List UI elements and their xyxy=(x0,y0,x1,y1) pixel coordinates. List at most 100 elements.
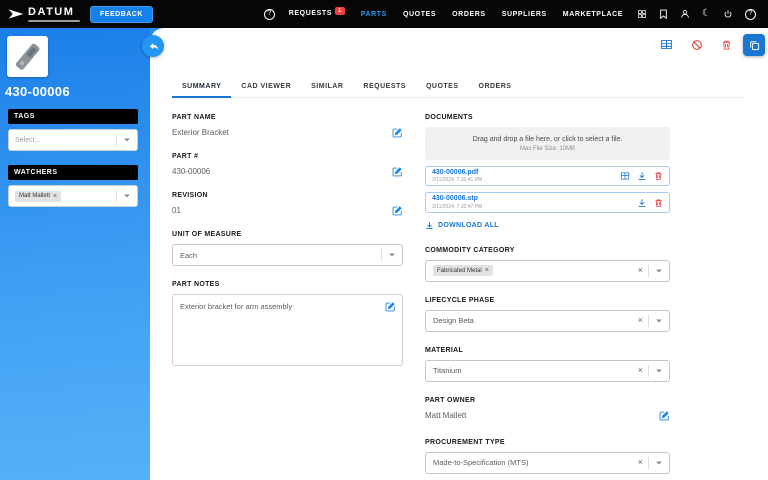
tab-orders[interactable]: ORDERS xyxy=(469,78,522,98)
view-file-button[interactable] xyxy=(620,171,630,181)
part-owner-value: Matt Mallett xyxy=(425,410,467,420)
user-icon[interactable] xyxy=(680,9,690,19)
datum-logo[interactable]: DATUM xyxy=(8,5,80,22)
table-icon xyxy=(661,39,672,50)
edit-part-owner-button[interactable] xyxy=(659,410,670,421)
uom-select[interactable]: Each xyxy=(172,244,403,266)
pencil-icon xyxy=(659,411,669,421)
commodity-chip-label: Fabricated Metal xyxy=(437,267,482,274)
edit-notes-button[interactable] xyxy=(385,301,396,312)
delete-file-button[interactable] xyxy=(654,171,663,181)
part-bracket-image xyxy=(15,43,40,70)
trash-icon xyxy=(655,199,662,207)
nav-requests-label: REQUESTS xyxy=(288,10,333,17)
tab-quotes[interactable]: QUOTES xyxy=(416,78,469,98)
back-arrow-icon xyxy=(149,42,158,50)
help-icon[interactable]: ? xyxy=(745,8,756,20)
chevron-down-icon[interactable] xyxy=(649,459,669,467)
download-file-button[interactable] xyxy=(637,171,647,181)
delete-file-button[interactable] xyxy=(654,198,663,208)
summary-right-column: DOCUMENTS Drag and drop a file here, or … xyxy=(425,114,670,480)
lifecycle-phase-label: LIFECYCLE PHASE xyxy=(425,296,495,304)
chevron-down-icon[interactable] xyxy=(649,367,669,375)
nav-orders[interactable]: ORDERS xyxy=(452,11,486,18)
uom-value: Each xyxy=(180,250,198,260)
part-action-bar xyxy=(660,38,732,51)
part-detail-panel: SUMMARY CAD VIEWER SIMILAR REQUESTS QUOT… xyxy=(142,28,768,480)
chevron-down-icon[interactable] xyxy=(117,136,137,144)
watcher-chip-label: Matt Mallett xyxy=(19,193,51,199)
apps-grid-icon[interactable] xyxy=(637,9,647,19)
commodity-category-select[interactable]: Fabricated Metal × × xyxy=(425,259,670,282)
bom-table-button[interactable] xyxy=(660,38,673,51)
chevron-down-icon[interactable] xyxy=(649,317,669,325)
deactivate-part-button[interactable] xyxy=(691,39,703,51)
tab-cad-viewer[interactable]: CAD VIEWER xyxy=(231,78,301,98)
lifecycle-phase-value: Design Beta xyxy=(433,316,474,326)
part-owner-label: PART OWNER xyxy=(425,396,476,404)
file-link-stp[interactable]: 430-00006.stp xyxy=(432,195,482,203)
download-all-link[interactable]: DOWNLOAD ALL xyxy=(425,221,499,230)
ban-icon xyxy=(692,39,702,50)
tags-placeholder: Select... xyxy=(15,136,41,144)
download-icon xyxy=(638,172,646,181)
tags-select[interactable]: Select... xyxy=(8,129,138,151)
download-all-label: DOWNLOAD ALL xyxy=(438,221,499,229)
tab-summary[interactable]: SUMMARY xyxy=(172,78,232,98)
part-notes-label: PART NOTES xyxy=(172,281,220,288)
remove-commodity-icon[interactable]: × xyxy=(485,267,489,274)
part-number-label: PART # xyxy=(172,153,199,160)
bookmark-icon[interactable] xyxy=(659,9,668,19)
dropzone-max-size: Max File Size: 10MB xyxy=(519,146,576,152)
requests-badge: 1 xyxy=(335,7,345,15)
clear-icon[interactable]: × xyxy=(633,458,648,467)
part-sidebar: 430-00006 TAGS Select... WATCHERS Matt M… xyxy=(0,28,150,480)
tab-requests[interactable]: REQUESTS xyxy=(353,78,416,98)
chevron-down-icon[interactable] xyxy=(117,192,137,200)
brand-name: DATUM xyxy=(28,5,75,18)
summary-left-column: PART NAME Exterior Bracket PART # 430-00… xyxy=(172,114,403,480)
chevron-down-icon[interactable] xyxy=(649,267,669,275)
nav-requests[interactable]: REQUESTS 1 xyxy=(288,7,345,18)
info-icon[interactable]: ? xyxy=(263,8,275,20)
nav-suppliers[interactable]: SUPPLIERS xyxy=(502,11,547,18)
clear-icon[interactable]: × xyxy=(633,266,648,275)
watchers-select[interactable]: Matt Mallett × xyxy=(8,185,138,207)
download-icon xyxy=(426,221,433,229)
nav-marketplace[interactable]: MARKETPLACE xyxy=(563,11,623,18)
top-nav-bar: DATUM FEEDBACK ? REQUESTS 1 PARTS QUOTES… xyxy=(0,0,768,28)
part-notes-value: Exterior bracket for arm assembly xyxy=(180,302,293,311)
part-tabs: SUMMARY CAD VIEWER SIMILAR REQUESTS QUOT… xyxy=(172,78,744,98)
file-row-stp: 430-00006.stp 3/11/2024, 7:32:47 PM xyxy=(425,192,670,213)
dark-mode-moon-icon[interactable]: ☾ xyxy=(702,9,711,19)
uom-label: UNIT OF MEASURE xyxy=(172,231,242,238)
delete-part-button[interactable] xyxy=(721,39,732,51)
back-button[interactable] xyxy=(142,35,164,57)
nav-parts[interactable]: PARTS xyxy=(361,11,387,18)
file-dropzone[interactable]: Drag and drop a file here, or click to s… xyxy=(425,127,670,160)
material-value: Titanium xyxy=(433,366,462,376)
remove-watcher-icon[interactable]: × xyxy=(53,193,57,200)
clear-icon[interactable]: × xyxy=(633,366,648,375)
file-timestamp: 3/11/2024, 7:32:41 PM xyxy=(432,177,483,184)
sidebar-part-number: 430-00006 xyxy=(5,84,70,99)
pencil-icon xyxy=(392,167,402,177)
edit-part-number-button[interactable] xyxy=(392,166,403,177)
part-notes-textarea[interactable]: Exterior bracket for arm assembly xyxy=(172,294,403,366)
clone-part-button[interactable] xyxy=(743,34,765,56)
material-select[interactable]: Titanium × xyxy=(425,359,670,382)
procurement-type-select[interactable]: Made-to-Specification (MTS) × xyxy=(425,451,670,474)
chevron-down-icon[interactable] xyxy=(382,251,402,259)
file-link-pdf[interactable]: 430-00006.pdf xyxy=(432,169,482,177)
commodity-chip: Fabricated Metal × xyxy=(433,265,493,277)
lifecycle-phase-select[interactable]: Design Beta × xyxy=(425,309,670,332)
tab-similar[interactable]: SIMILAR xyxy=(301,78,353,98)
revision-value: 01 xyxy=(172,206,181,215)
clear-icon[interactable]: × xyxy=(633,316,648,325)
edit-revision-button[interactable] xyxy=(392,205,403,216)
nav-quotes[interactable]: QUOTES xyxy=(403,11,436,18)
download-file-button[interactable] xyxy=(637,198,647,208)
feedback-button[interactable]: FEEDBACK xyxy=(90,5,153,23)
power-icon[interactable] xyxy=(723,9,733,19)
edit-part-name-button[interactable] xyxy=(392,127,403,138)
